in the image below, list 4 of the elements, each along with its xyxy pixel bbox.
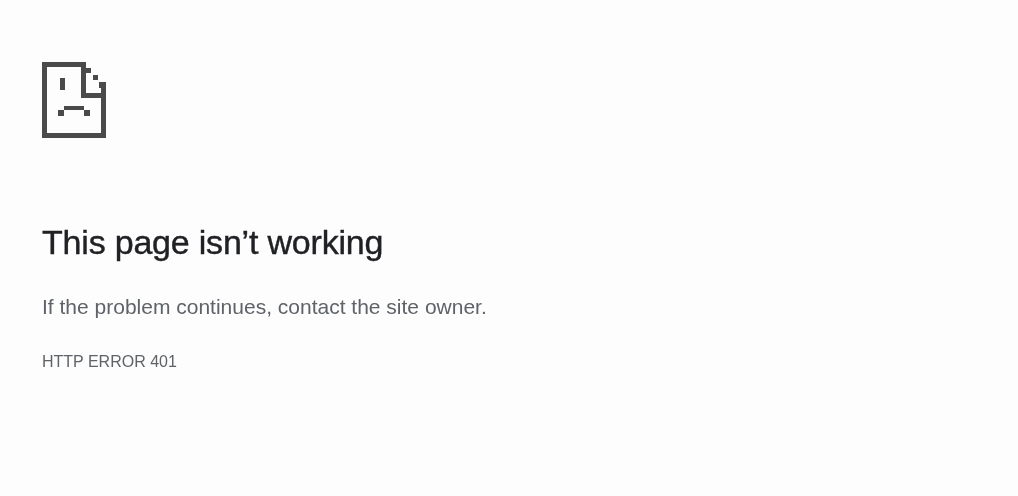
error-code: HTTP ERROR 401 <box>42 352 177 372</box>
error-heading: This page isn’t working <box>42 222 384 262</box>
error-message: If the problem continues, contact the site owner. <box>42 294 487 320</box>
sad-page-icon <box>42 62 106 138</box>
